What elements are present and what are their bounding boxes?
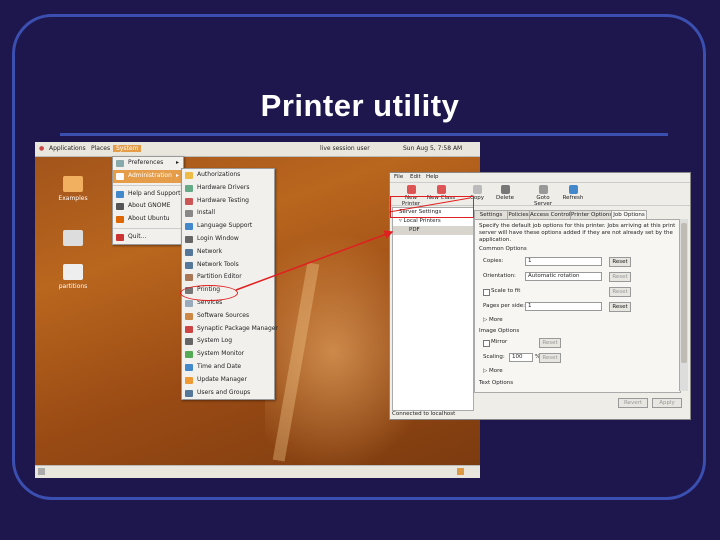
- annotation-arrows: [235, 197, 471, 291]
- arrow-to-printer-list: [235, 230, 394, 291]
- arrow-to-toolbar: [388, 197, 471, 213]
